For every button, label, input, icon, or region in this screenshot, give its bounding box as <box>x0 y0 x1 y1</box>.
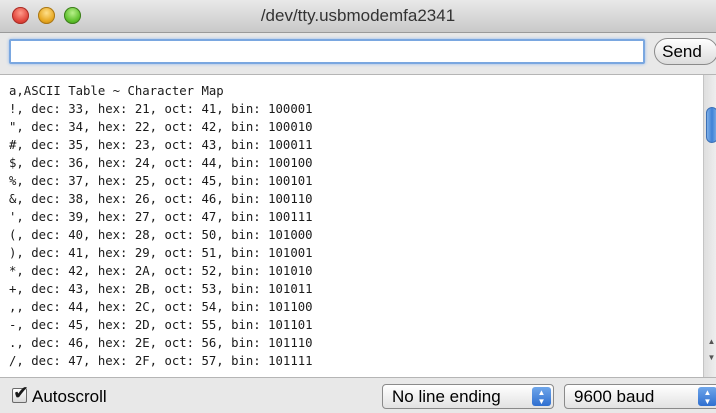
autoscroll-checkbox[interactable]: ✔ <box>12 384 29 404</box>
window-title: /dev/tty.usbmodemfa2341 <box>260 6 456 25</box>
output-line: /, dec: 47, hex: 2F, oct: 57, bin: 10111… <box>9 354 313 368</box>
output-line: *, dec: 42, hex: 2A, oct: 52, bin: 10101… <box>9 264 313 278</box>
output-line: a,ASCII Table ~ Character Map <box>9 84 224 98</box>
line-ending-select[interactable]: No line ending ▲ ▼ <box>382 384 554 409</box>
output-line: %, dec: 37, hex: 25, oct: 45, bin: 10010… <box>9 174 313 188</box>
serial-monitor-window: /dev/tty.usbmodemfa2341 Send a,ASCII Tab… <box>0 0 716 413</box>
vertical-scrollbar[interactable]: ▲ ▼ <box>703 75 716 377</box>
output-line: ", dec: 34, hex: 22, oct: 42, bin: 10001… <box>9 120 313 134</box>
baud-rate-select[interactable]: 9600 baud ▲ ▼ <box>564 384 716 409</box>
autoscroll-label[interactable]: Autoscroll <box>32 387 107 407</box>
output-line: &, dec: 38, hex: 26, oct: 46, bin: 10011… <box>9 192 313 206</box>
send-row: Send <box>0 33 716 73</box>
output-line: +, dec: 43, hex: 2B, oct: 53, bin: 10101… <box>9 282 313 296</box>
output-line: ', dec: 39, hex: 27, oct: 47, bin: 10011… <box>9 210 313 224</box>
baud-rate-value: 9600 baud <box>574 387 655 406</box>
up-down-arrows-icon: ▲ ▼ <box>698 387 716 406</box>
send-button[interactable]: Send <box>654 38 716 65</box>
send-input[interactable] <box>9 39 645 64</box>
up-down-arrows-icon: ▲ ▼ <box>532 387 551 406</box>
bottom-bar: ✔ Autoscroll No line ending ▲ ▼ 9600 baud… <box>0 378 716 413</box>
output-line: #, dec: 35, hex: 23, oct: 43, bin: 10001… <box>9 138 313 152</box>
line-ending-value: No line ending <box>392 387 501 406</box>
serial-output[interactable]: a,ASCII Table ~ Character Map !, dec: 33,… <box>0 74 716 378</box>
output-line: !, dec: 33, hex: 21, oct: 41, bin: 10000… <box>9 102 313 116</box>
output-line: ., dec: 46, hex: 2E, oct: 56, bin: 10111… <box>9 336 313 350</box>
output-line: (, dec: 40, hex: 28, oct: 50, bin: 10100… <box>9 228 313 242</box>
output-line: $, dec: 36, hex: 24, oct: 44, bin: 10010… <box>9 156 313 170</box>
scroll-thumb[interactable] <box>706 107 716 143</box>
output-lines: a,ASCII Table ~ Character Map !, dec: 33,… <box>9 82 313 370</box>
output-line: ,, dec: 44, hex: 2C, oct: 54, bin: 10110… <box>9 300 313 314</box>
scroll-down-arrow-icon[interactable]: ▼ <box>704 351 716 365</box>
scroll-up-arrow-icon[interactable]: ▲ <box>704 335 716 349</box>
output-line: ), dec: 41, hex: 29, oct: 51, bin: 10100… <box>9 246 313 260</box>
title-bar[interactable]: /dev/tty.usbmodemfa2341 <box>0 0 716 33</box>
checkmark-icon: ✔ <box>13 383 29 404</box>
output-line: -, dec: 45, hex: 2D, oct: 55, bin: 10110… <box>9 318 313 332</box>
